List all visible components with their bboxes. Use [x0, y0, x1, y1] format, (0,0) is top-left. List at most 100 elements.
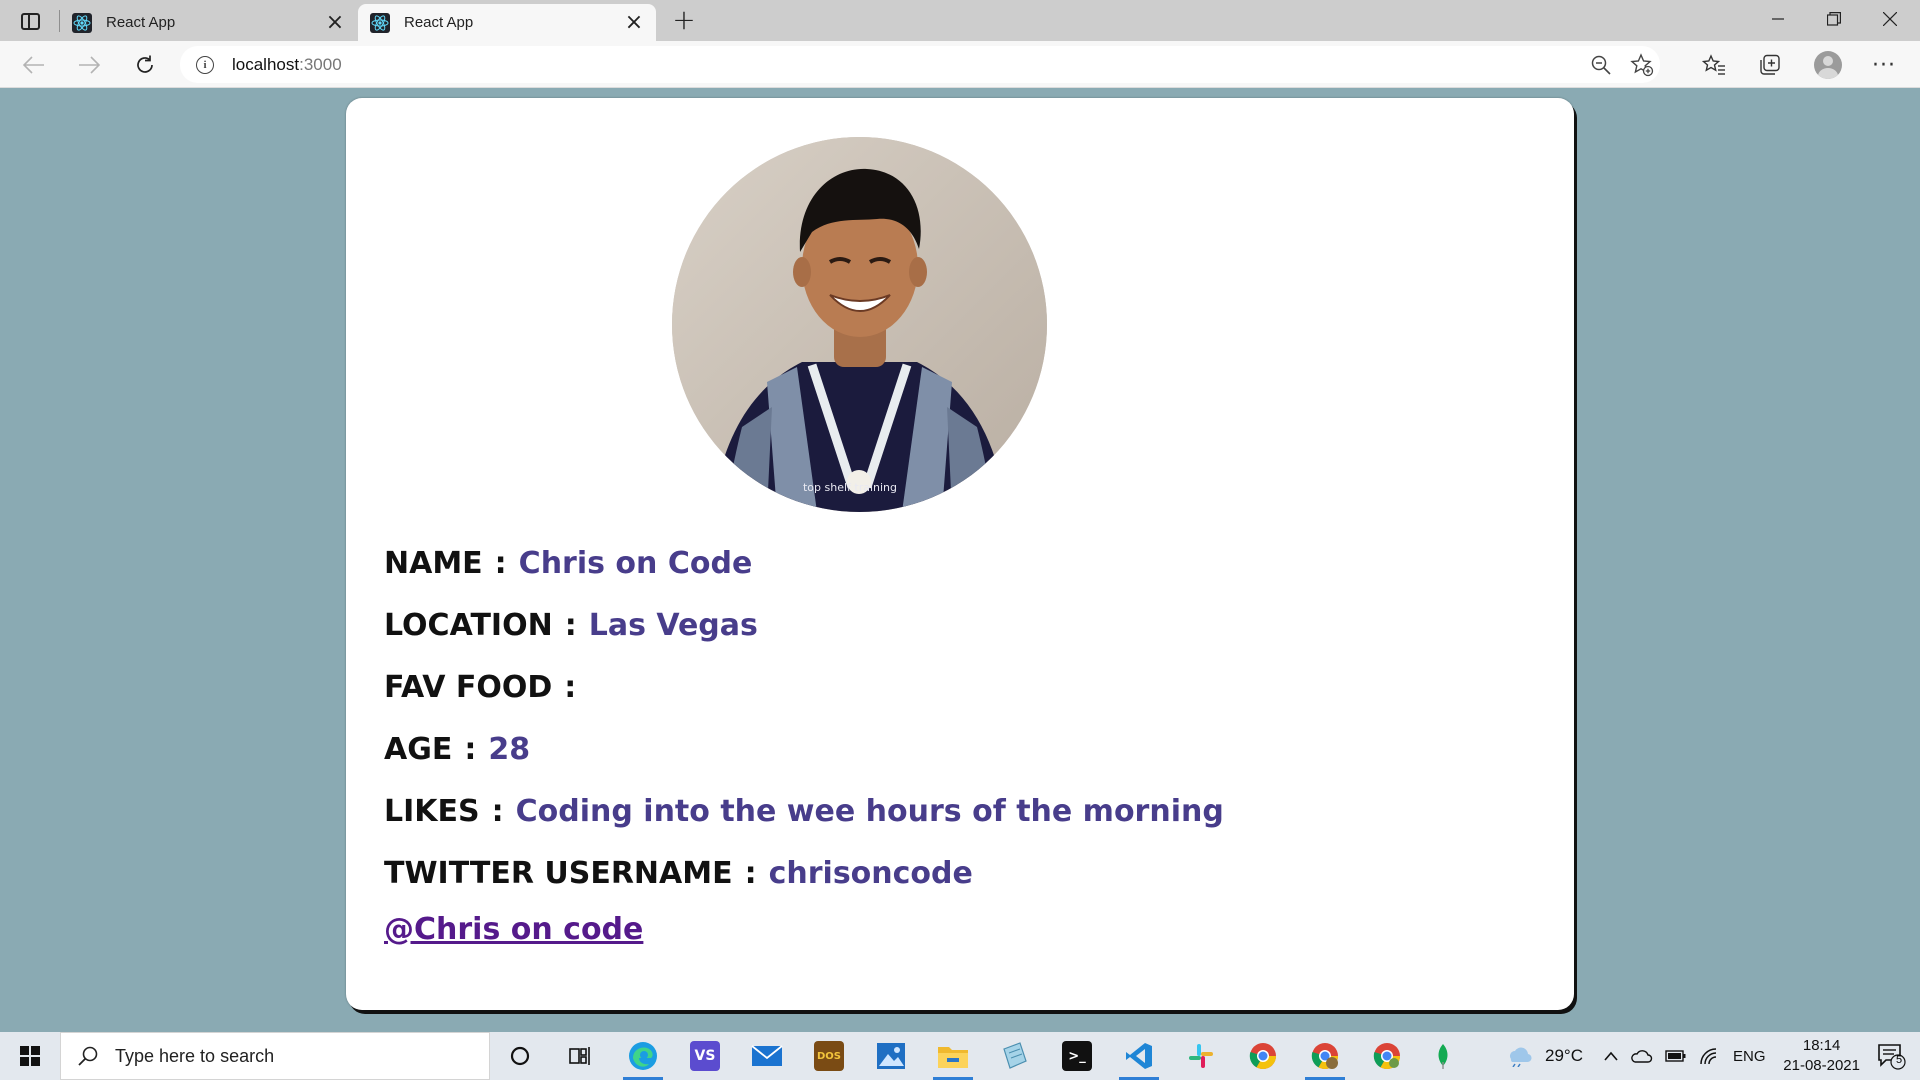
- forward-arrow-icon: [79, 56, 100, 74]
- taskbar-mongodb[interactable]: [1418, 1036, 1468, 1076]
- site-info-icon[interactable]: i: [196, 55, 214, 74]
- minimize-button[interactable]: [1750, 0, 1806, 38]
- taskbar-photos[interactable]: [866, 1036, 916, 1076]
- taskbar-visual-studio[interactable]: VS: [680, 1036, 730, 1076]
- taskbar-terminal[interactable]: >_: [1052, 1036, 1102, 1076]
- weather-icon: [1510, 1047, 1532, 1067]
- close-window-button[interactable]: [1862, 0, 1918, 38]
- task-view-icon: [569, 1047, 590, 1065]
- favorites-icon: [1702, 54, 1725, 75]
- taskbar-chrome-2[interactable]: [1362, 1036, 1412, 1076]
- wifi-icon[interactable]: [1699, 1047, 1719, 1065]
- tab-title: React App: [106, 14, 176, 31]
- windows-icon: [20, 1046, 40, 1066]
- taskbar-vscode[interactable]: [1114, 1036, 1164, 1080]
- chrome-icon: [1373, 1043, 1401, 1070]
- colon: :: [491, 793, 504, 829]
- taskbar-file-explorer[interactable]: [928, 1036, 978, 1080]
- location-value: Las Vegas: [588, 607, 758, 643]
- language-indicator[interactable]: ENG: [1733, 1048, 1766, 1065]
- profile-card: top shelf training NAME : Chris on Code …: [346, 98, 1574, 1010]
- new-tab-button[interactable]: +: [668, 6, 700, 36]
- start-button[interactable]: [0, 1032, 60, 1080]
- tab-react-app-1[interactable]: React App ×: [60, 4, 357, 41]
- restore-button[interactable]: [1806, 0, 1862, 38]
- weather-temperature: 29°C: [1545, 1046, 1583, 1065]
- react-icon: [370, 12, 390, 33]
- task-view-button[interactable]: [555, 1036, 605, 1076]
- search-placeholder: Type here to search: [115, 1045, 275, 1066]
- name-row: NAME : Chris on Code: [384, 532, 1224, 594]
- name-value: Chris on Code: [518, 545, 753, 581]
- battery-icon[interactable]: [1665, 1049, 1687, 1063]
- fav-food-label: FAV FOOD: [384, 669, 553, 705]
- clock-time: 18:14: [1802, 1037, 1841, 1054]
- taskbar-search[interactable]: Type here to search: [60, 1032, 490, 1080]
- twitter-label: TWITTER USERNAME: [384, 855, 733, 891]
- person-photo-image: top shelf training: [672, 137, 1047, 512]
- age-row: AGE : 28: [384, 718, 1224, 780]
- location-label: LOCATION: [384, 607, 553, 643]
- address-bar[interactable]: i localhost:3000: [180, 46, 1660, 83]
- settings-more-button[interactable]: ···: [1866, 47, 1902, 83]
- tab-strip: React App × React App × +: [0, 0, 1920, 41]
- colon: :: [564, 669, 577, 705]
- tab-actions-button[interactable]: [10, 6, 50, 36]
- refresh-button[interactable]: [127, 49, 163, 81]
- taskbar-chrome-profile[interactable]: [1300, 1036, 1350, 1080]
- react-icon: [72, 12, 92, 33]
- cortana-button[interactable]: [495, 1036, 545, 1076]
- close-icon[interactable]: ×: [624, 11, 644, 34]
- taskbar-mail[interactable]: [742, 1036, 792, 1076]
- taskbar-slack[interactable]: [1176, 1036, 1226, 1076]
- twitter-link[interactable]: @Chris on code: [384, 912, 643, 947]
- age-value: 28: [488, 731, 531, 767]
- dosbox-icon: DOS: [814, 1041, 844, 1071]
- url-host: localhost: [232, 54, 300, 74]
- notepad-icon: [1003, 1042, 1027, 1069]
- minimize-icon: [1772, 18, 1784, 20]
- onedrive-icon[interactable]: [1631, 1048, 1653, 1064]
- tab-actions-icon: [20, 12, 40, 30]
- chevron-up-icon[interactable]: [1603, 1050, 1619, 1062]
- collections-button[interactable]: [1752, 47, 1788, 83]
- folder-icon: [938, 1047, 968, 1068]
- avatar: [1814, 51, 1842, 79]
- colon: :: [564, 607, 577, 643]
- favorites-button[interactable]: [1696, 47, 1732, 83]
- name-label: NAME: [384, 545, 483, 581]
- taskbar-dosbox[interactable]: DOS: [804, 1036, 854, 1076]
- notification-count: 5: [1895, 1054, 1903, 1066]
- photos-icon: [877, 1043, 905, 1069]
- vscode-icon: [1126, 1043, 1152, 1069]
- restore-icon: [1827, 12, 1841, 26]
- taskbar-notepad[interactable]: [990, 1036, 1040, 1076]
- shirt-text: top shelf training: [803, 481, 897, 494]
- mail-icon: [751, 1045, 783, 1066]
- notification-center-button[interactable]: 5: [1876, 1042, 1906, 1070]
- taskbar-chrome[interactable]: [1238, 1036, 1288, 1076]
- weather-widget[interactable]: 29°C: [1505, 1032, 1583, 1080]
- slack-icon: [1189, 1044, 1213, 1068]
- colon: :: [464, 731, 477, 767]
- forward-button[interactable]: [71, 49, 107, 81]
- back-arrow-icon: [23, 56, 44, 74]
- taskbar-edge[interactable]: [618, 1036, 668, 1080]
- visual-studio-icon: VS: [690, 1041, 720, 1071]
- close-icon[interactable]: ×: [325, 11, 345, 34]
- colon: :: [494, 545, 507, 581]
- zoom-out-icon[interactable]: [1590, 54, 1612, 76]
- back-button[interactable]: [16, 49, 52, 81]
- add-favorite-icon[interactable]: [1630, 52, 1654, 77]
- tab-react-app-2[interactable]: React App ×: [358, 4, 656, 41]
- browser-toolbar: i localhost:3000 ···: [0, 41, 1920, 88]
- system-clock[interactable]: 18:14 21-08-2021: [1783, 1036, 1860, 1076]
- colon: :: [744, 855, 757, 891]
- terminal-icon: >_: [1062, 1041, 1092, 1071]
- fav-food-row: FAV FOOD :: [384, 656, 1224, 718]
- mongodb-icon: [1438, 1044, 1448, 1069]
- more-icon: ···: [1872, 52, 1896, 78]
- profile-button[interactable]: [1810, 47, 1846, 83]
- chrome-icon: [1311, 1043, 1339, 1070]
- url-port: :3000: [299, 54, 342, 74]
